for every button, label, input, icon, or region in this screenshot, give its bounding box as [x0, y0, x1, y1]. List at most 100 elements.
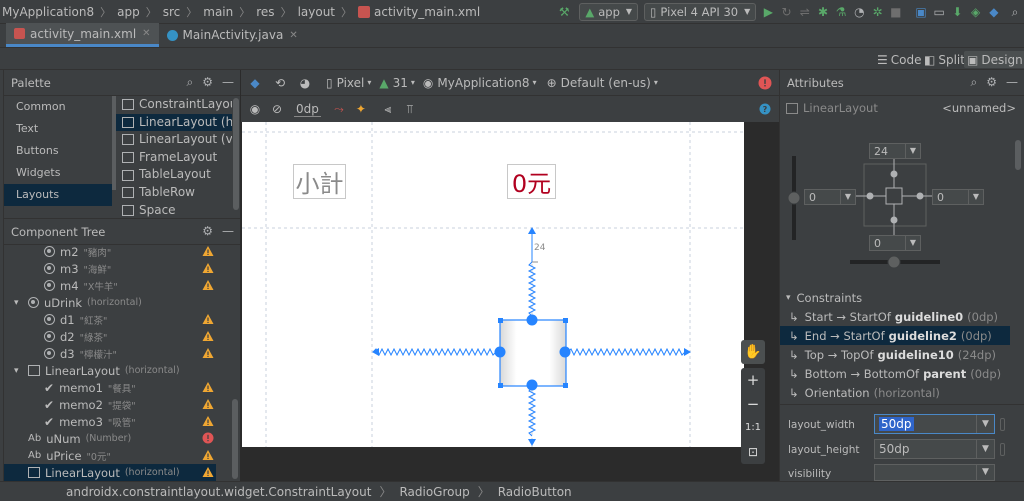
breadcrumb-src[interactable]: src: [163, 5, 181, 19]
palette-item-linearlayout-h[interactable]: LinearLayout (h...: [116, 113, 232, 132]
hide-icon[interactable]: —: [1006, 75, 1018, 90]
resource-picker-button[interactable]: [1000, 418, 1005, 431]
stop-icon[interactable]: ■: [890, 4, 902, 20]
palette-category-common[interactable]: Common: [4, 96, 112, 118]
tab-activity-main[interactable]: activity_main.xml ✕: [6, 23, 159, 47]
breadcrumb-res[interactable]: res: [256, 5, 274, 19]
bottom-anchor[interactable]: [526, 379, 538, 391]
warning-icon[interactable]: [202, 313, 214, 325]
resource-picker-button[interactable]: [1000, 443, 1005, 456]
profiler-gauge-icon[interactable]: ◔: [853, 4, 865, 20]
constraint-row-bottom[interactable]: ↳ Bottom → BottomOf parent (0dp): [780, 364, 1010, 383]
chevron-down-icon[interactable]: ▼: [976, 415, 994, 433]
tree-row-memo1[interactable]: ✔ memo1 "餐具": [4, 379, 216, 396]
palette-item-tablerow[interactable]: TableRow: [116, 184, 232, 202]
chevron-down-icon[interactable]: ▾: [14, 298, 28, 308]
chevron-down-icon[interactable]: ▼: [905, 144, 920, 158]
tree-row-d2[interactable]: d2 "綠茶": [4, 328, 216, 345]
close-tab-icon[interactable]: ✕: [289, 30, 297, 41]
warning-icon[interactable]: [202, 381, 214, 393]
gear-icon[interactable]: ⚙: [986, 75, 997, 90]
zoom-one-to-one-button[interactable]: 1:1: [741, 416, 765, 440]
layout-height-input[interactable]: 50dp ▼: [874, 439, 995, 459]
palette-item-tablelayout[interactable]: TableLayout: [116, 166, 232, 184]
breadcrumb-layout[interactable]: layout: [298, 5, 335, 19]
profile-icon[interactable]: ⚗: [835, 4, 847, 20]
layers-icon[interactable]: ◆: [247, 75, 263, 91]
zoom-to-fit-button[interactable]: ⊡: [741, 440, 765, 464]
constraint-row-start[interactable]: ↳ Start → StartOf guideline0 (0dp): [780, 307, 1010, 326]
warning-icon[interactable]: [202, 330, 214, 342]
end-anchor[interactable]: [559, 346, 571, 358]
zoom-out-button[interactable]: −: [741, 392, 765, 416]
breadcrumb-file[interactable]: activity_main.xml: [374, 5, 480, 19]
tree-row-d3[interactable]: d3 "檸檬汁": [4, 345, 216, 362]
gear-icon[interactable]: ⚙: [202, 75, 213, 90]
widget-end-anchor[interactable]: [916, 192, 924, 200]
pan-button[interactable]: ✋: [741, 340, 765, 364]
avd-manager-icon[interactable]: ▭: [933, 4, 945, 20]
tree-row-d1[interactable]: d1 "紅茶": [4, 311, 216, 328]
attach-debugger-icon[interactable]: ✲: [871, 4, 883, 20]
constraints-section-header[interactable]: ▾ Constraints: [780, 288, 1010, 307]
palette-item-constraintlayout[interactable]: ConstraintLayout: [116, 96, 232, 114]
design-mode-button[interactable]: ▣ Design: [964, 51, 1024, 68]
warning-icon[interactable]: [202, 262, 214, 274]
layout-inspector-icon[interactable]: ◆: [988, 4, 1000, 20]
subtotal-label[interactable]: 小計: [293, 164, 346, 199]
component-id-label[interactable]: <unnamed>: [942, 101, 1016, 115]
zoom-in-button[interactable]: +: [741, 368, 765, 392]
vertical-bias-knob[interactable]: [787, 191, 801, 205]
device-select[interactable]: ▯ Pixel 4 API 30 ▼: [644, 2, 757, 21]
price-label[interactable]: 0元: [507, 164, 556, 199]
chevron-down-icon[interactable]: ▼: [976, 440, 994, 458]
widget-start-anchor[interactable]: [866, 192, 874, 200]
top-anchor[interactable]: [526, 314, 538, 326]
close-tab-icon[interactable]: ✕: [142, 28, 150, 39]
palette-category-buttons[interactable]: Buttons: [4, 140, 112, 162]
visibility-select[interactable]: ▼: [874, 464, 995, 481]
chevron-down-icon[interactable]: ▼: [976, 465, 994, 480]
gear-icon[interactable]: ⚙: [202, 224, 213, 238]
tree-row-unum[interactable]: Ab uNum (Number): [4, 430, 216, 447]
api-level-select[interactable]: ▲ 31 ▾: [379, 76, 415, 90]
margin-right-input[interactable]: 0 ▼: [932, 189, 984, 205]
status-crumb-radiobutton[interactable]: RadioButton: [498, 485, 572, 499]
widget-bottom-anchor[interactable]: [890, 216, 898, 224]
warning-icon[interactable]: [202, 449, 214, 461]
warning-icon[interactable]: [202, 466, 214, 478]
sdk-manager-icon[interactable]: ⬇: [951, 4, 963, 20]
constraint-row-top[interactable]: ↳ Top → TopOf guideline10 (24dp): [780, 345, 1010, 364]
tree-row-uprice[interactable]: Ab uPrice "0元": [4, 447, 216, 464]
chevron-down-icon[interactable]: ▼: [840, 190, 855, 204]
palette-category-layouts[interactable]: Layouts: [4, 184, 112, 206]
run-icon[interactable]: ▶: [762, 4, 774, 20]
error-icon[interactable]: [758, 76, 772, 90]
palette-item-space[interactable]: Space: [116, 202, 232, 218]
margin-bottom-input[interactable]: 0 ▼: [869, 235, 921, 251]
breadcrumb-app[interactable]: app: [117, 5, 140, 19]
theme-select[interactable]: ◉ MyApplication8 ▾: [423, 76, 537, 90]
device-manager-icon[interactable]: ◈: [970, 4, 982, 20]
error-icon[interactable]: [202, 432, 214, 444]
constraint-row-end[interactable]: ↳ End → StartOf guideline2 (0dp): [780, 326, 1010, 345]
guidelines-icon[interactable]: ⫪: [402, 101, 418, 117]
tab-main-activity[interactable]: MainActivity.java ✕: [159, 23, 306, 47]
margin-top-input[interactable]: 24 ▼: [869, 143, 921, 159]
default-margin-field[interactable]: 0dp: [294, 102, 321, 117]
hide-icon[interactable]: —: [222, 224, 234, 238]
orientation-icon[interactable]: ⟲: [272, 75, 288, 91]
hide-icon[interactable]: —: [222, 75, 234, 90]
chevron-down-icon[interactable]: ▼: [968, 190, 983, 204]
horizontal-bias-knob[interactable]: [887, 255, 901, 269]
breadcrumb-main[interactable]: main: [203, 5, 233, 19]
align-icon[interactable]: ⫷: [380, 101, 396, 117]
warning-icon[interactable]: [202, 415, 214, 427]
split-mode-button[interactable]: ◧ Split: [921, 51, 968, 68]
device-for-preview[interactable]: ▯ Pixel ▾: [326, 76, 371, 90]
chevron-down-icon[interactable]: ▼: [905, 236, 920, 250]
tree-row-memo2[interactable]: ✔ memo2 "提袋": [4, 396, 216, 413]
view-options-icon[interactable]: ◉: [247, 101, 263, 117]
locale-select[interactable]: ⊕ Default (en-us) ▾: [547, 76, 658, 90]
palette-item-linearlayout-v[interactable]: LinearLayout (v...: [116, 131, 232, 149]
